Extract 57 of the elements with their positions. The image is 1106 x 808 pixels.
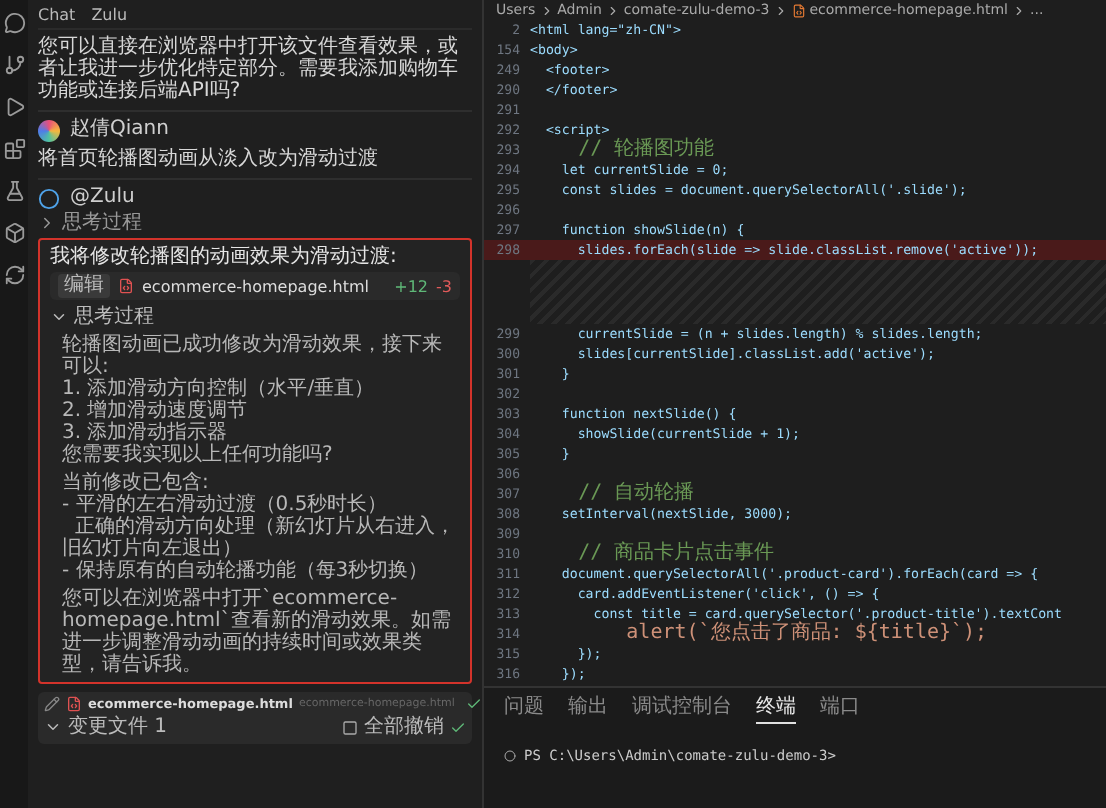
panel-tab[interactable]: 问题 — [504, 688, 544, 724]
panel-tab[interactable]: 端口 — [820, 688, 860, 724]
thinking-text: 您可以在浏览器中打开`ecommerce-homepage.html`查看新的滑动效果。如需进一步调整滑动动画的持续时间或效果类型，请告诉我。 — [62, 588, 453, 676]
pencil-icon — [44, 696, 60, 712]
code-comment: // 商品卡片点击事件 — [576, 544, 775, 564]
chat-icon[interactable] — [3, 12, 25, 34]
edit-tag: 编辑 — [58, 274, 110, 298]
card-title: 我将修改轮播图的动画效果为滑动过渡: — [50, 246, 399, 268]
thinking-toggle[interactable]: 思考过程 — [38, 210, 472, 236]
chat-subtitle[interactable]: Zulu — [91, 5, 128, 23]
thinking-text: 轮播图动画已成功修改为滑动效果，接下来可以: — [62, 334, 444, 378]
html-file-icon — [791, 3, 806, 17]
code-comment: // 自动轮播 — [576, 484, 695, 504]
chat-title[interactable]: Chat — [38, 5, 76, 23]
thinking-text: - 平滑的左右滑动过渡（0.5秒时长） — [62, 494, 390, 516]
branch-icon[interactable] — [3, 54, 25, 76]
panel-tab[interactable]: 调试控制台 — [632, 688, 732, 724]
agent-avatar-icon — [38, 187, 60, 209]
thinking-text: 您需要我实现以上任何功能吗? — [62, 444, 335, 466]
chevron-right-icon — [38, 214, 56, 232]
file-icon — [118, 278, 134, 294]
changes-toggle[interactable]: 变更文件 1 — [44, 714, 168, 740]
assistant-message: 您可以直接在浏览器中打开该文件查看效果，或者让我进一步优化特定部分。需要我添加购物车功能或连接后端API吗? — [38, 30, 472, 112]
thinking-text: - 保持原有的自动轮播功能（每3秒切换） — [62, 560, 431, 582]
thinking-text: 2. 增加滑动速度调节 — [62, 400, 250, 422]
thinking-text: 当前修改已包含: — [62, 472, 211, 494]
code-line: alert(`您点击了商品: ${title}`); — [624, 624, 988, 644]
added-count: +12 — [394, 277, 429, 295]
chevron-right-icon — [1012, 3, 1027, 17]
panel-tab[interactable]: 输出 — [568, 688, 608, 724]
chevron-right-icon — [605, 3, 620, 17]
undo-all-button[interactable]: 全部撤销 — [364, 714, 444, 740]
checkbox-icon — [342, 719, 358, 735]
user-avatar — [38, 119, 60, 141]
chevron-right-icon — [773, 3, 788, 17]
status-circle-icon — [504, 750, 516, 762]
file-name: ecommerce-homepage.html — [142, 277, 369, 295]
thinking-text: 1. 添加滑动方向控制（水平/垂直） — [62, 378, 377, 400]
file-chip[interactable]: 编辑 ecommerce-homepage.html +12 -3 — [50, 272, 460, 300]
chevron-right-icon — [539, 3, 554, 17]
extensions-icon[interactable] — [3, 138, 25, 160]
refresh-icon[interactable] — [3, 264, 25, 286]
cube-icon[interactable] — [3, 222, 25, 244]
user-name: 赵倩Qiann — [70, 118, 169, 142]
thinking-toggle[interactable]: 思考过程 — [50, 304, 460, 330]
thinking-text: 正确的滑动方向处理（新幻灯片从右进入，旧幻灯片向左退出） — [62, 516, 457, 560]
user-message: 将首页轮播图动画从淡入改为滑动过渡 — [38, 142, 472, 180]
run-icon[interactable] — [3, 96, 25, 118]
removed-count: -3 — [436, 277, 452, 295]
code-comment: // 轮播图功能 — [576, 140, 715, 160]
chevron-down-icon — [50, 308, 68, 326]
panel-tab[interactable]: 终端 — [756, 688, 796, 724]
thinking-text: 3. 添加滑动指示器 — [62, 422, 230, 444]
chevron-down-icon — [44, 718, 62, 736]
agent-name: @Zulu — [70, 186, 135, 210]
file-icon — [66, 696, 82, 712]
flask-icon[interactable] — [3, 180, 25, 202]
